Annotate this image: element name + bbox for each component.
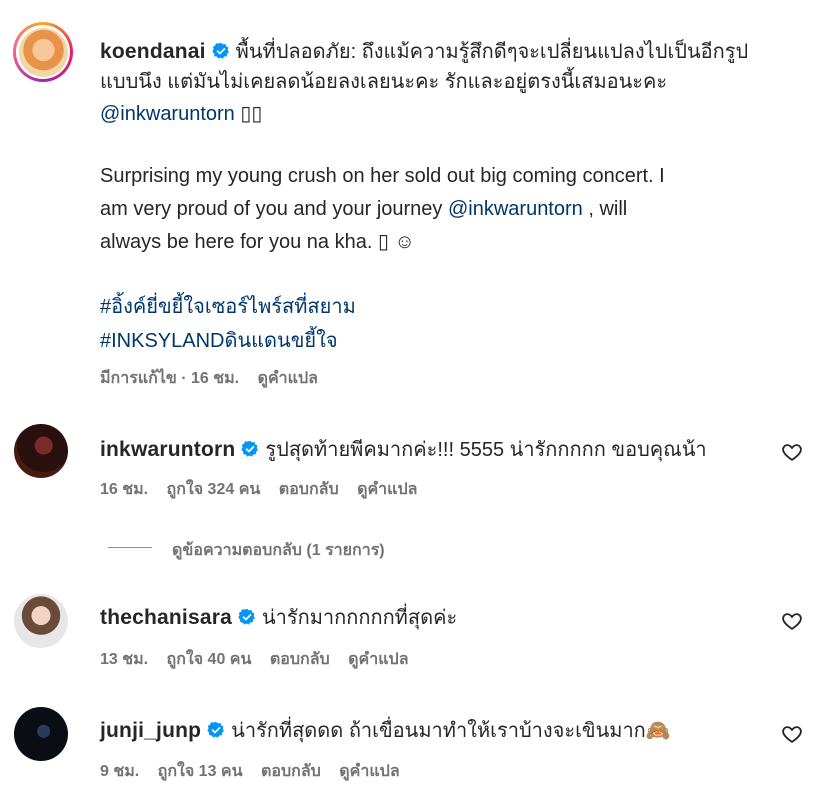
username-koendanai[interactable]: koendanai — [100, 40, 206, 63]
comment-time: 16 ชม. — [100, 481, 149, 498]
translate-link[interactable]: ดูคำแปล — [258, 370, 318, 387]
translate-link[interactable]: ดูคำแปล — [348, 651, 408, 668]
verified-badge-icon — [212, 42, 229, 59]
like-heart-icon[interactable] — [781, 441, 803, 463]
reply-button[interactable]: ตอบกลับ — [261, 763, 321, 780]
avatar-inkwaruntorn[interactable] — [14, 424, 68, 478]
reply-button[interactable]: ตอบกลับ — [279, 481, 339, 498]
comment-text: น่ารักที่สุดดด ถ้าเขื่อนมาทำให้เราบ้างจะ… — [231, 720, 671, 742]
caption-thai-line2: แบบนึง แต่มันไม่เคยลดน้อยลงเลยนะคะ รักแล… — [100, 71, 668, 93]
username-junji-junp[interactable]: junji_junp — [100, 719, 201, 742]
username-thechanisara[interactable]: thechanisara — [100, 606, 232, 629]
caption-en-line1: Surprising my young crush on her sold ou… — [100, 165, 665, 187]
caption-thai-line1: พื้นที่ปลอดภัย: ถึงแม้ความรู้สึกดีๆจะเปล… — [235, 41, 749, 63]
verified-badge-icon — [238, 608, 255, 625]
comment-junji-junp: junji_junp น่ารักที่สุดดด ถ้าเขื่อนมาทำให… — [100, 714, 671, 749]
emoji-glyphs: ▯▯ — [240, 103, 263, 125]
like-heart-icon[interactable] — [781, 723, 803, 745]
caption-en-line2-end: , will — [582, 198, 628, 220]
hashtag-link-2[interactable]: #INKSYLANDดินแดนขยี้ใจ — [100, 324, 338, 356]
view-replies-button[interactable]: ดูข้อความตอบกลับ (1 รายการ) — [172, 538, 385, 563]
caption-mention-line: @inkwaruntorn ▯▯ — [100, 97, 262, 132]
verified-badge-icon — [241, 440, 259, 457]
comment-thechanisara: thechanisara น่ารักมากกกกกที่สุดค่ะ — [100, 601, 457, 636]
verified-badge-icon — [207, 721, 225, 738]
comment-meta: 9 ชม. ถูกใจ 13 คน ตอบกลับ ดูคำแปล — [100, 759, 414, 784]
avatar-koendanai[interactable] — [13, 22, 73, 82]
caption-meta: มีการแก้ไข · 16 ชม. ดูคำแปล — [100, 366, 332, 391]
likes-count[interactable]: ถูกใจ 324 คน — [167, 481, 261, 498]
comment-time: 13 ชม. — [100, 651, 149, 668]
reply-divider — [108, 547, 152, 548]
translate-link[interactable]: ดูคำแปล — [339, 763, 399, 780]
caption-en-line3: always be here for you na kha. ▯ ☺ — [100, 231, 415, 253]
comment-meta: 16 ชม. ถูกใจ 324 คน ตอบกลับ ดูคำแปล — [100, 477, 431, 502]
avatar-thechanisara[interactable] — [14, 594, 68, 648]
comment-inkwaruntorn: inkwaruntorn รูปสุดท้ายพีคมากค่ะ!!! 5555 … — [100, 433, 707, 468]
likes-count[interactable]: ถูกใจ 13 คน — [158, 763, 243, 780]
mention-link-2[interactable]: @inkwaruntorn — [448, 198, 583, 220]
translate-link[interactable]: ดูคำแปล — [357, 481, 417, 498]
edited-time: มีการแก้ไข · 16 ชม. — [100, 370, 240, 387]
comment-text: รูปสุดท้ายพีคมากค่ะ!!! 5555 น่ารักกกกก ข… — [265, 439, 707, 461]
likes-count[interactable]: ถูกใจ 40 คน — [167, 651, 252, 668]
mention-link[interactable]: @inkwaruntorn — [100, 103, 235, 125]
comment-time: 9 ชม. — [100, 763, 140, 780]
reply-button[interactable]: ตอบกลับ — [270, 651, 330, 668]
comment-text: น่ารักมากกกกกที่สุดค่ะ — [261, 607, 458, 629]
caption-en-line2-text: am very proud of you and your journey — [100, 198, 448, 220]
caption-en-line2: am very proud of you and your journey @i… — [100, 192, 627, 227]
username-inkwaruntorn[interactable]: inkwaruntorn — [100, 438, 235, 461]
avatar-junji-junp[interactable] — [14, 707, 68, 761]
hashtag-link-1[interactable]: #อิ้งค์ยี่ขยี้ใจเซอร์ไพร์สที่สยาม — [100, 290, 356, 322]
like-heart-icon[interactable] — [781, 610, 803, 632]
comment-meta: 13 ชม. ถูกใจ 40 คน ตอบกลับ ดูคำแปล — [100, 647, 423, 672]
